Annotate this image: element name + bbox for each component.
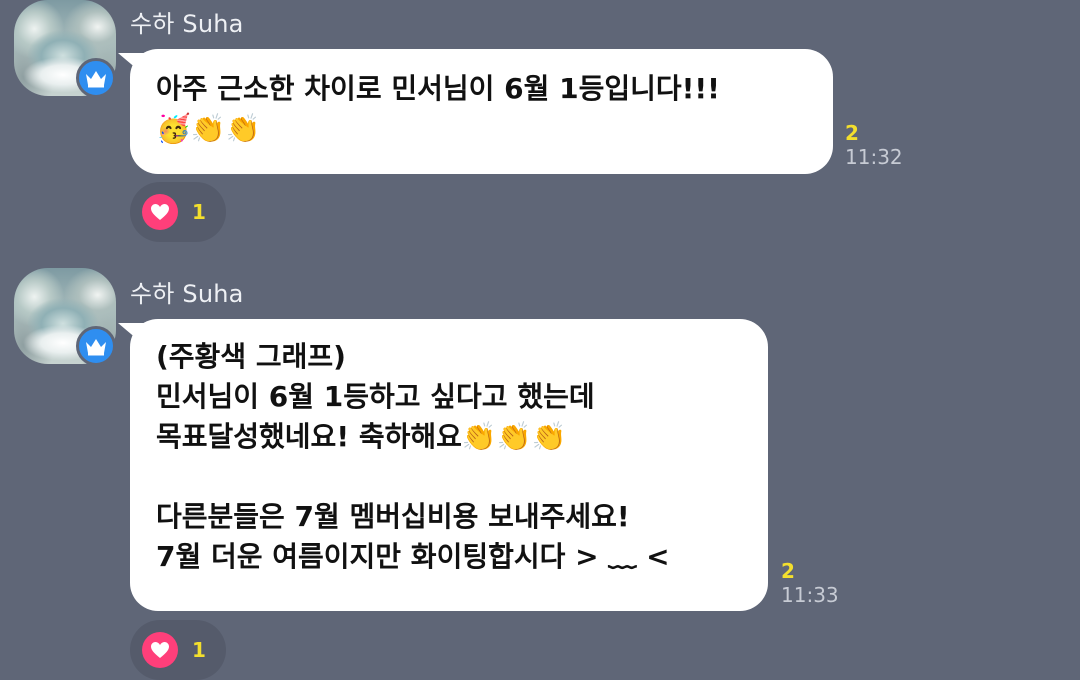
- crown-icon: [76, 58, 116, 98]
- heart-icon: [142, 194, 178, 230]
- reaction-pill[interactable]: 1: [130, 182, 226, 242]
- sender-name: 수하 Suha: [130, 280, 244, 308]
- message-meta: 2 11:33: [781, 560, 839, 608]
- message-time: 11:32: [845, 145, 903, 169]
- message-bubble[interactable]: (주황색 그래프) 민서님이 6월 1등하고 싶다고 했는데 목표달성했네요! …: [130, 319, 768, 611]
- reaction-count: 1: [192, 200, 206, 224]
- reaction-pill[interactable]: 1: [130, 620, 226, 680]
- sender-name: 수하 Suha: [130, 10, 244, 38]
- heart-icon: [142, 632, 178, 668]
- message-meta: 2 11:32: [845, 122, 903, 170]
- unread-count: 2: [781, 559, 795, 583]
- message-bubble[interactable]: 아주 근소한 차이로 민서님이 6월 1등입니다!!! 🥳👏👏: [130, 49, 833, 174]
- message-time: 11:33: [781, 583, 839, 607]
- unread-count: 2: [845, 121, 859, 145]
- reaction-count: 1: [192, 638, 206, 662]
- crown-icon: [76, 326, 116, 366]
